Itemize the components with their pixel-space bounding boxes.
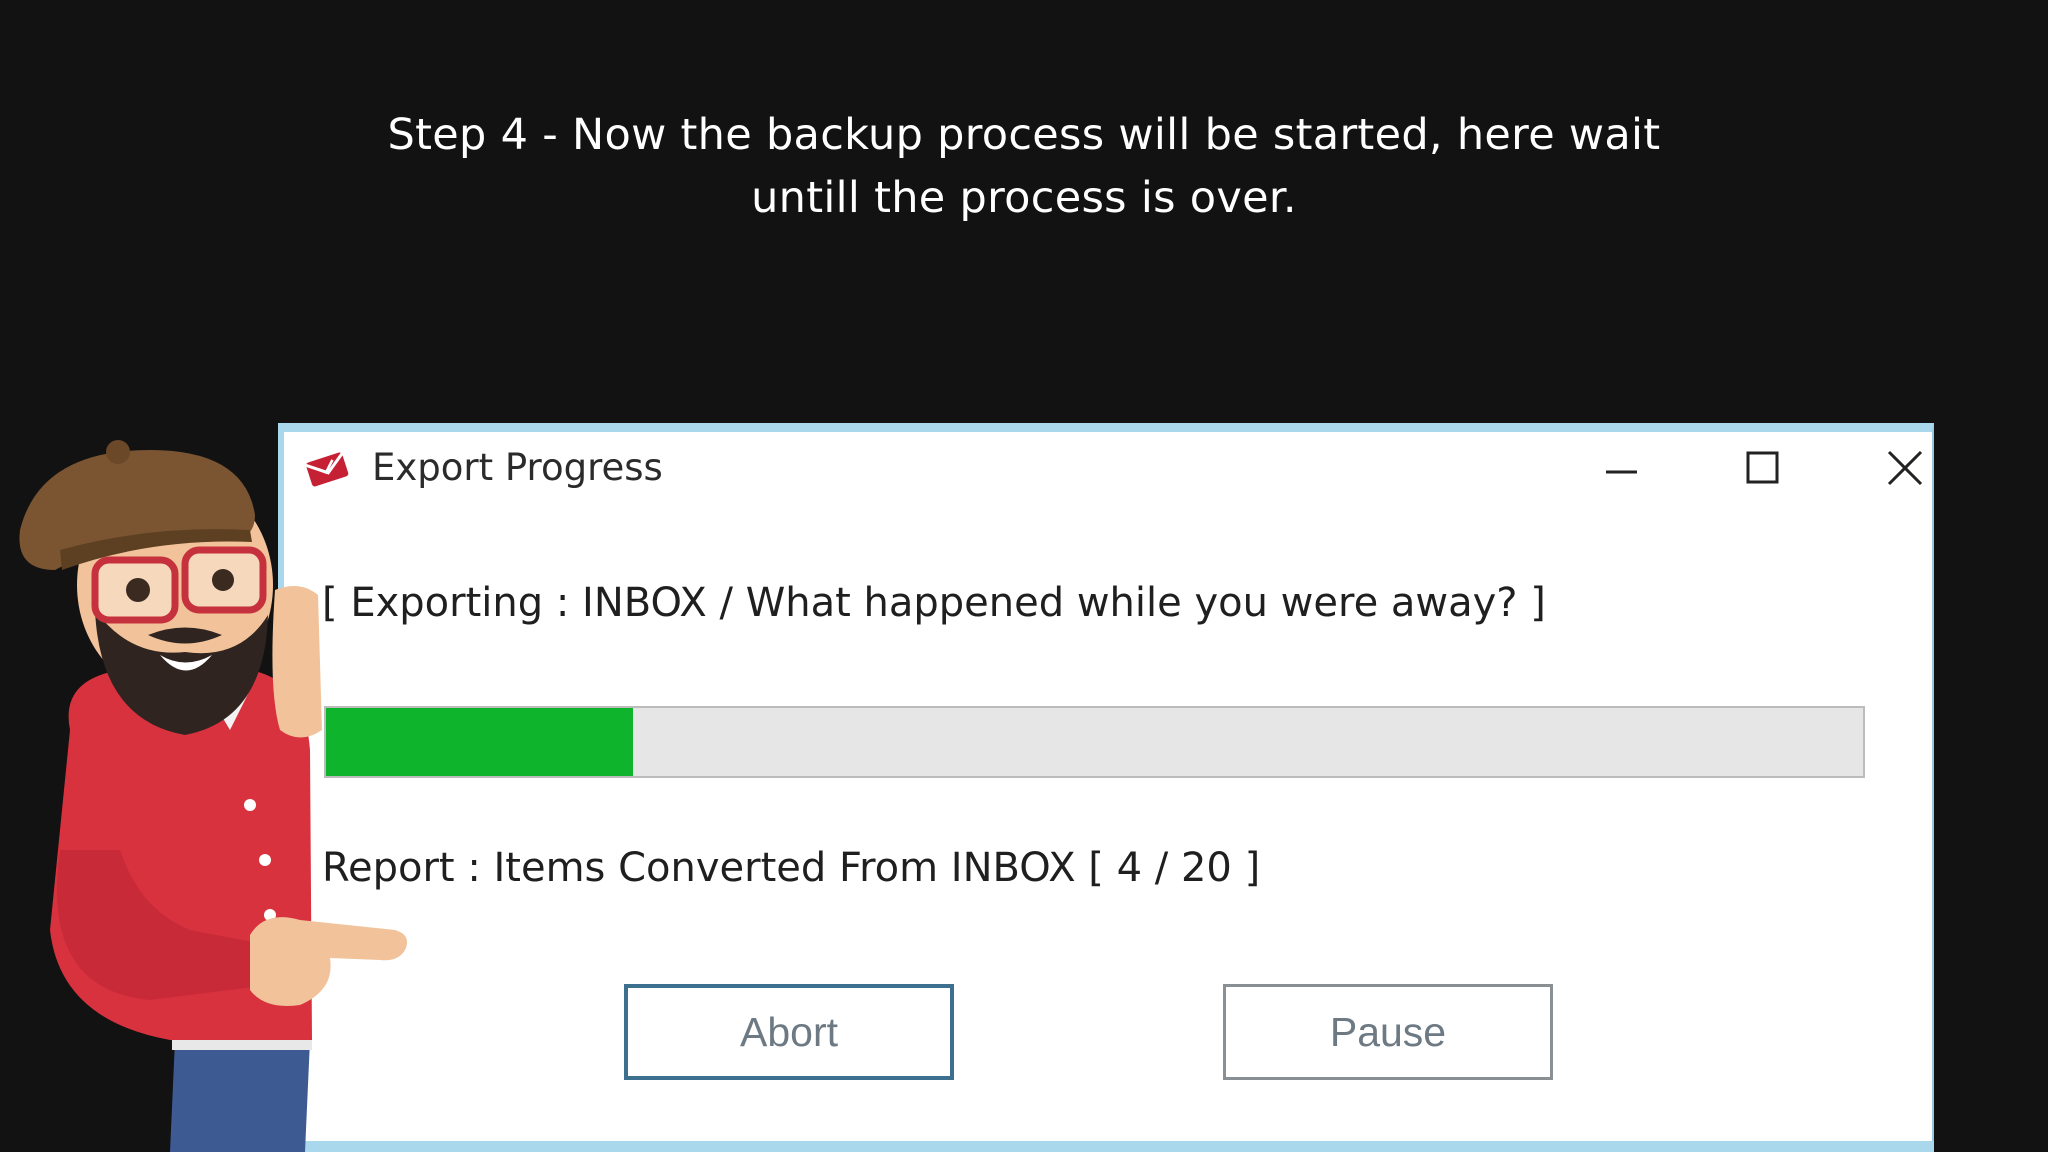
pointing-mascot-illustration [19, 440, 408, 1152]
progress-bar [324, 706, 1865, 778]
export-progress-window: Export Progress [ Exporting : INBOX / Wh… [278, 423, 1934, 1152]
exporting-status: [ Exporting : INBOX / What happened whil… [322, 580, 1546, 626]
step-caption: Step 4 - Now the backup process will be … [0, 104, 2048, 230]
report-text: Report : Items Converted From INBOX [ 4 … [322, 845, 1261, 891]
maximize-icon[interactable] [1731, 442, 1791, 494]
window-bottom-border [278, 1141, 1934, 1152]
minimize-icon[interactable] [1589, 442, 1649, 494]
caption-line-1: Step 4 - Now the backup process will be … [387, 110, 1661, 160]
close-icon[interactable] [1874, 442, 1934, 494]
caption-line-2: untill the process is over. [751, 173, 1297, 223]
pause-button[interactable]: Pause [1223, 984, 1553, 1080]
abort-button[interactable]: Abort [624, 984, 954, 1080]
slide: Step 4 - Now the backup process will be … [0, 0, 2048, 1152]
titlebar: Export Progress [284, 432, 1932, 504]
